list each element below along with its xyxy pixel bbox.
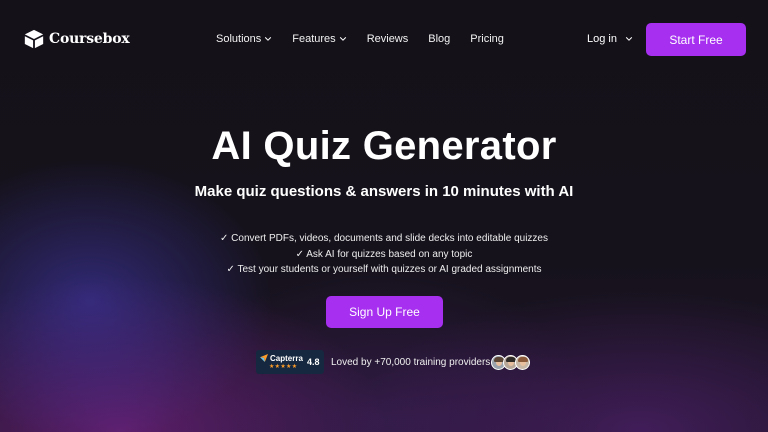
nav-item-label: Features — [292, 33, 336, 45]
feature-item: ✓ Convert PDFs, videos, documents and sl… — [220, 233, 548, 244]
chevron-down-icon — [339, 37, 346, 41]
nav-item-pricing[interactable]: Pricing — [470, 33, 504, 45]
capterra-logo: Capterra — [260, 354, 304, 363]
main-menu: Solutions Features Reviews Blog Pricing — [216, 33, 504, 45]
capterra-arrow-icon — [260, 354, 268, 362]
login-link[interactable]: Log in — [587, 33, 633, 45]
top-navigation: Coursebox Solutions Features Reviews Blo… — [0, 0, 768, 80]
login-label: Log in — [587, 33, 617, 45]
feature-item: ✓ Ask AI for quizzes based on any topic — [295, 248, 473, 260]
loved-by-text: Loved by +70,000 training providers — [331, 357, 491, 368]
nav-item-blog[interactable]: Blog — [428, 33, 450, 45]
nav-item-label: Solutions — [216, 33, 262, 45]
capterra-brand: Capterra ★★★★★ — [260, 354, 304, 371]
page-title: AI Quiz Generator — [211, 124, 557, 168]
nav-item-label: Reviews — [366, 33, 409, 45]
logo[interactable]: Coursebox — [23, 28, 130, 50]
start-free-button[interactable]: Start Free — [646, 23, 746, 56]
sign-up-button[interactable]: Sign Up Free — [326, 296, 443, 328]
feature-list: ✓ Convert PDFs, videos, documents and sl… — [0, 231, 768, 278]
feature-item: ✓ Test your students or yourself with qu… — [226, 264, 542, 275]
nav-item-label: Pricing — [470, 33, 504, 45]
capterra-score: 4.8 — [307, 357, 320, 367]
capterra-name: Capterra — [270, 353, 303, 363]
chevron-down-icon — [265, 37, 272, 41]
logo-cube-icon — [24, 29, 44, 49]
nav-item-label: Blog — [428, 33, 451, 45]
hero-subtitle: Make quiz questions & answers in 10 minu… — [194, 183, 574, 200]
capterra-badge[interactable]: Capterra ★★★★★ 4.8 — [256, 350, 324, 374]
logo-text: Coursebox — [49, 31, 130, 47]
nav-item-reviews[interactable]: Reviews — [367, 33, 409, 45]
chevron-down-icon — [625, 37, 633, 41]
avatar-group — [491, 355, 530, 370]
nav-item-solutions[interactable]: Solutions — [216, 33, 272, 45]
avatar-icon — [515, 355, 530, 370]
capterra-stars: ★★★★★ — [269, 363, 298, 370]
nav-item-features[interactable]: Features — [292, 33, 346, 45]
